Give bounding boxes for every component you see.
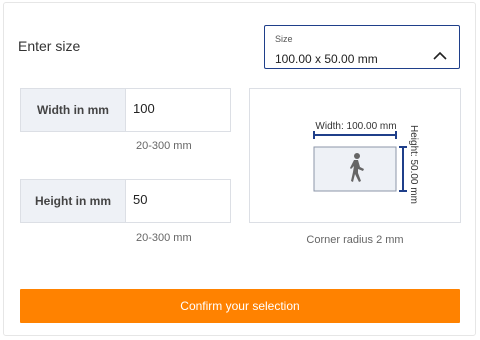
height-label: Height in mm (21, 180, 126, 222)
height-field: Height in mm 50 (20, 179, 231, 223)
page-title: Enter size (18, 38, 81, 54)
height-dimension-label: Height: 50.00 mm (408, 125, 419, 204)
height-hint: 20-300 mm (136, 232, 192, 244)
size-select-value: 100.00 x 50.00 mm (275, 52, 378, 66)
size-select-label: Size (275, 34, 293, 44)
preview-graphic: Width: 100.00 mm Height: 50.00 mm (313, 121, 419, 204)
width-input[interactable]: 100 (133, 101, 155, 116)
width-dimension-label: Width: 100.00 mm (315, 121, 396, 132)
width-label: Width in mm (21, 89, 126, 131)
height-input[interactable]: 50 (133, 192, 147, 207)
size-preview: Width: 100.00 mm Height: 50.00 mm (249, 88, 461, 223)
width-field: Width in mm 100 (20, 88, 231, 132)
chevron-up-icon (433, 51, 447, 60)
confirm-button[interactable]: Confirm your selection (20, 289, 460, 323)
corner-radius-note: Corner radius 2 mm (306, 234, 404, 246)
width-hint: 20-300 mm (136, 140, 192, 152)
size-select[interactable]: Size 100.00 x 50.00 mm (264, 25, 460, 69)
